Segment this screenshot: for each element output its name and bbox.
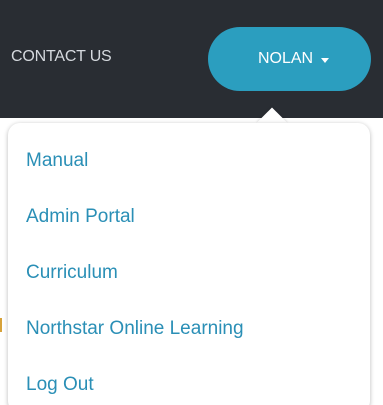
contact-us-link[interactable]: CONTACT US [11, 40, 112, 74]
user-dropdown-menu: Manual Admin Portal Curriculum Northstar… [8, 123, 370, 405]
menu-item-admin-portal[interactable]: Admin Portal [8, 195, 370, 251]
top-navbar: CONTACT US NOLAN [0, 0, 383, 118]
dropdown-menu-list: Manual Admin Portal Curriculum Northstar… [8, 139, 370, 405]
page: CONTACT US NOLAN Manual Admin Portal Cur… [0, 0, 383, 405]
background-accent-mark [0, 318, 2, 332]
menu-item-curriculum[interactable]: Curriculum [8, 251, 370, 307]
menu-item-northstar-online-learning[interactable]: Northstar Online Learning [8, 307, 370, 363]
menu-item-manual[interactable]: Manual [8, 139, 370, 195]
menu-item-log-out[interactable]: Log Out [8, 363, 370, 405]
caret-down-icon [321, 57, 330, 63]
user-menu-button[interactable]: NOLAN [208, 27, 371, 91]
user-menu-label: NOLAN [257, 50, 314, 67]
